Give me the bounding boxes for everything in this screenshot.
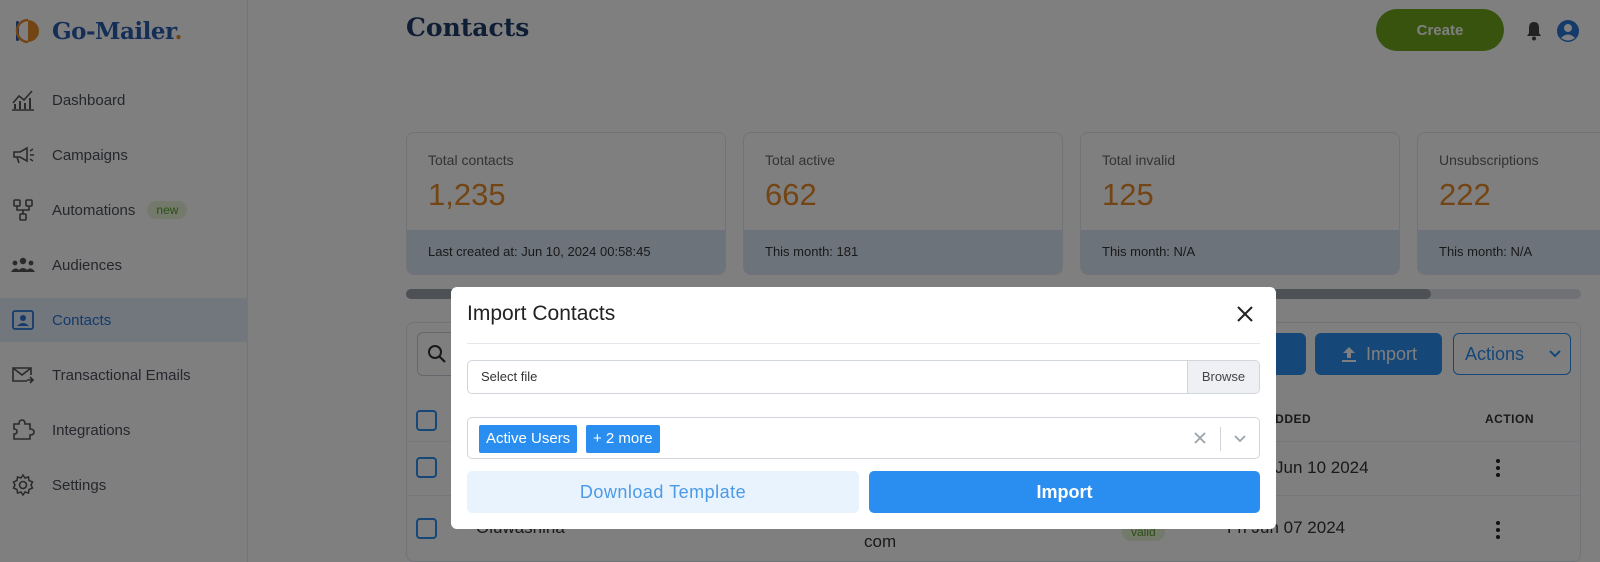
more-audiences-chip[interactable]: + 2 more [586, 425, 660, 453]
browse-button[interactable]: Browse [1187, 361, 1259, 393]
selected-audience-chip[interactable]: Active Users [479, 425, 578, 453]
file-input[interactable]: Select file [468, 361, 1187, 393]
modal-title: Import Contacts [467, 302, 616, 325]
audience-multiselect[interactable]: Active Users + 2 more [467, 417, 1260, 459]
import-contacts-modal: Import Contacts Select file Browse Activ… [451, 287, 1276, 529]
file-picker[interactable]: Select file Browse [467, 360, 1260, 394]
chevron-down-icon[interactable] [1232, 432, 1248, 446]
download-template-button[interactable]: Download Template [467, 471, 859, 513]
clear-icon[interactable] [1193, 431, 1207, 445]
modal-divider [467, 343, 1260, 344]
select-separator [1220, 427, 1221, 451]
close-icon[interactable] [1236, 305, 1254, 323]
modal-import-button[interactable]: Import [869, 471, 1260, 513]
